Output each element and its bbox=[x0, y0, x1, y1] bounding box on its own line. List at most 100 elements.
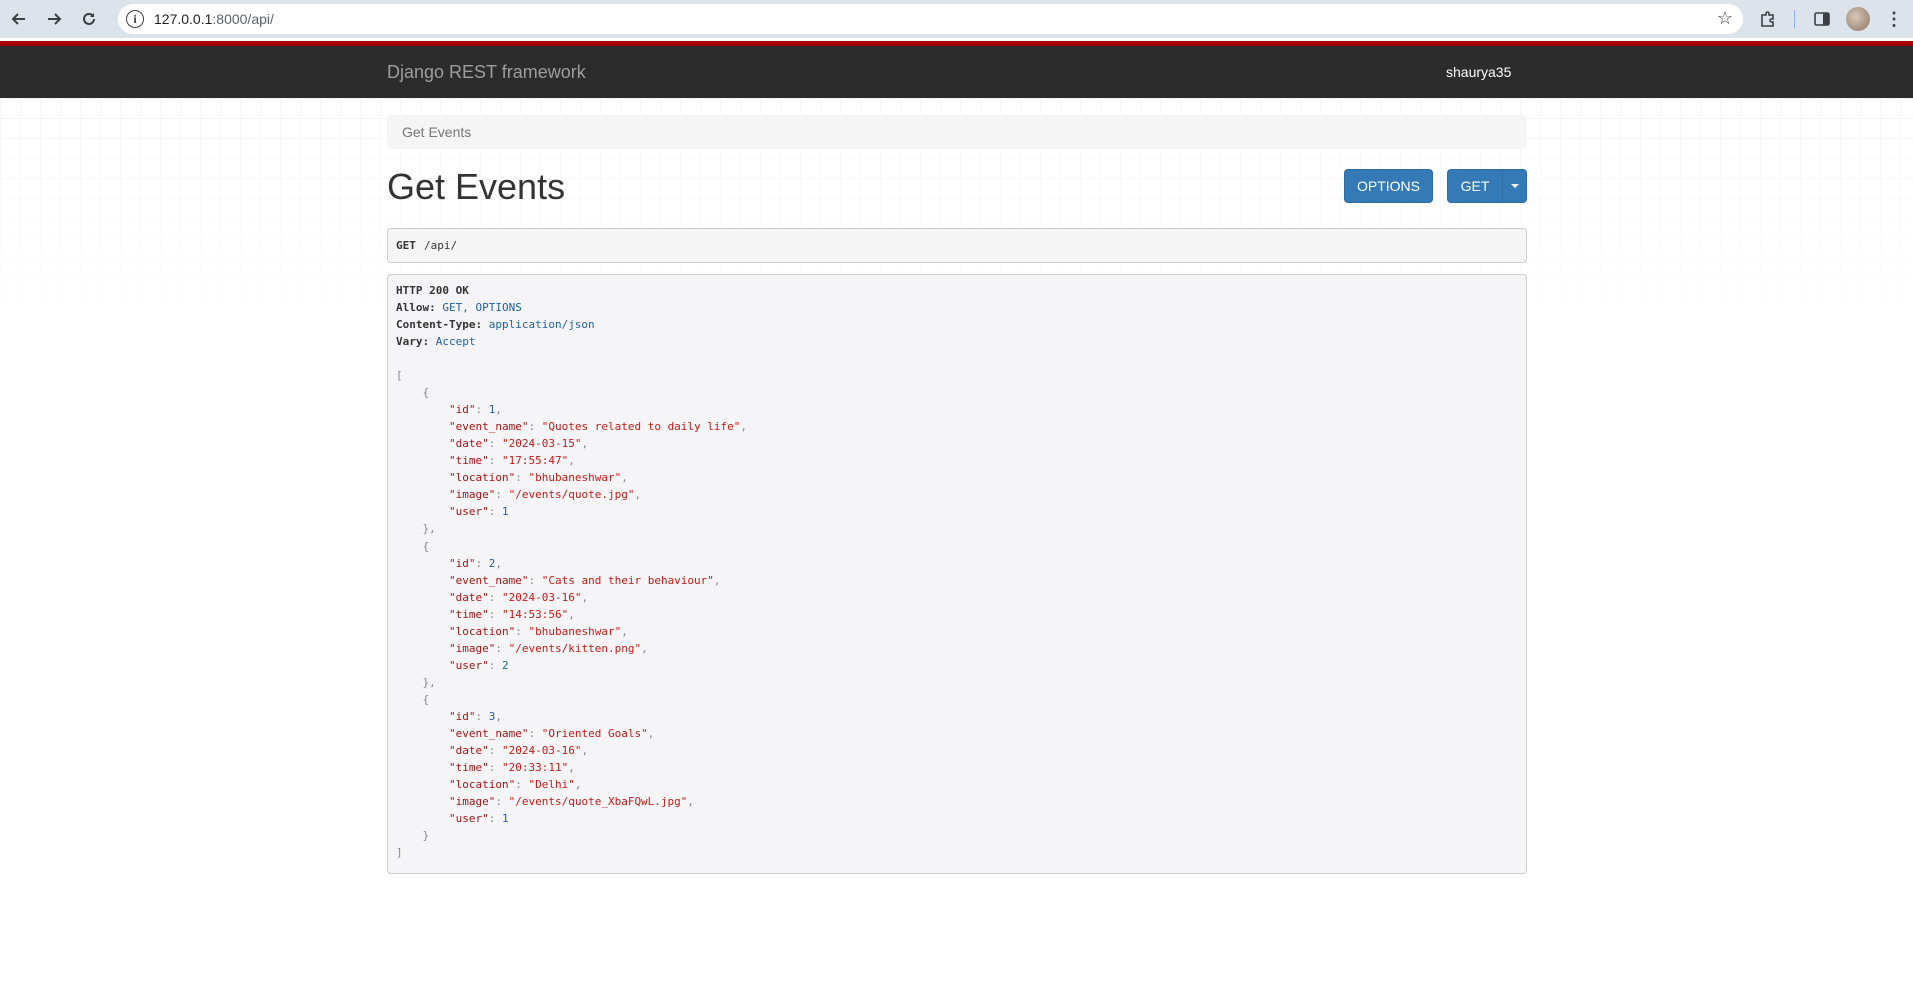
json-token: : bbox=[495, 641, 509, 655]
json-line: ] bbox=[396, 844, 403, 861]
json-token: , bbox=[581, 590, 589, 604]
json-token: [ bbox=[396, 369, 403, 382]
json-value: "/events/quote_XbaFQwL.jpg" bbox=[508, 795, 688, 809]
json-value: 1 bbox=[502, 505, 509, 519]
user-menu[interactable]: shaurya35 bbox=[1446, 64, 1511, 80]
json-token: , bbox=[621, 471, 628, 485]
json-key: "image" bbox=[449, 488, 496, 502]
json-token: : bbox=[528, 573, 542, 587]
json-key: "user" bbox=[449, 658, 489, 672]
json-key: "date" bbox=[449, 744, 489, 758]
json-value: "2024-03-15" bbox=[502, 437, 582, 451]
json-value: "Cats and their behaviour" bbox=[541, 573, 714, 587]
breadcrumb-item[interactable]: Get Events bbox=[402, 124, 471, 140]
json-token: , bbox=[621, 624, 628, 638]
json-key: "time" bbox=[449, 761, 489, 775]
json-token: { bbox=[422, 539, 430, 553]
json-line: [ bbox=[396, 367, 403, 384]
site-info-icon[interactable]: i bbox=[126, 10, 144, 28]
json-line: "date": "2024-03-16", bbox=[449, 589, 588, 606]
json-value: "Oriented Goals" bbox=[541, 727, 648, 741]
header-key: Vary: bbox=[396, 335, 430, 348]
header-value: GET, OPTIONS bbox=[442, 301, 522, 314]
caret-down-icon bbox=[1510, 184, 1519, 188]
extensions-icon[interactable] bbox=[1756, 4, 1780, 34]
json-line: "date": "2024-03-16", bbox=[449, 742, 588, 759]
json-line: "time": "17:55:47", bbox=[449, 452, 575, 469]
json-token: : bbox=[488, 607, 502, 621]
json-key: "event_name" bbox=[449, 420, 529, 434]
json-token: , bbox=[495, 556, 502, 570]
forward-arrow-icon[interactable] bbox=[39, 4, 69, 34]
json-token: : bbox=[528, 727, 542, 741]
response-status: HTTP 200 OK bbox=[396, 284, 469, 297]
json-key: "location" bbox=[449, 471, 516, 485]
json-line: "event_name": "Oriented Goals", bbox=[449, 725, 654, 742]
json-token: , bbox=[495, 403, 502, 417]
json-line: "user": 1 bbox=[449, 810, 509, 827]
json-token: , bbox=[568, 607, 575, 621]
json-line: "image": "/events/kitten.png", bbox=[449, 640, 648, 657]
header-line: Allow: GET, OPTIONS bbox=[396, 299, 522, 316]
json-key: "time" bbox=[449, 607, 489, 621]
json-key: "user" bbox=[449, 505, 489, 519]
json-token: : bbox=[488, 454, 502, 468]
request-info: GET /api/ bbox=[387, 228, 1527, 263]
side-panel-icon[interactable] bbox=[1810, 4, 1834, 34]
json-line: "time": "20:33:11", bbox=[449, 759, 575, 776]
back-arrow-icon[interactable] bbox=[4, 4, 34, 34]
json-key: "time" bbox=[449, 454, 489, 468]
json-line: "id": 2, bbox=[449, 555, 502, 572]
get-button[interactable]: GET bbox=[1447, 169, 1503, 203]
header-key: Allow: bbox=[396, 301, 436, 314]
json-key: "image" bbox=[449, 641, 496, 655]
navbar: Django REST framework shaurya35 bbox=[0, 46, 1913, 98]
reload-icon[interactable] bbox=[74, 4, 104, 34]
json-value: "Quotes related to daily life" bbox=[541, 420, 741, 434]
format-dropdown-button[interactable] bbox=[1502, 169, 1527, 203]
brand-link[interactable]: Django REST framework bbox=[387, 62, 586, 83]
json-token: : bbox=[528, 420, 542, 434]
breadcrumb: Get Events bbox=[387, 115, 1527, 149]
json-line: "user": 2 bbox=[449, 657, 509, 674]
json-line: { bbox=[423, 384, 430, 401]
url-text[interactable]: 127.0.0.1:8000/api/ bbox=[154, 11, 274, 27]
json-key: "id" bbox=[449, 403, 476, 417]
json-key: "id" bbox=[449, 556, 476, 570]
json-token: : bbox=[515, 471, 529, 485]
json-line: "location": "bhubaneshwar", bbox=[449, 469, 628, 486]
json-token: : bbox=[475, 556, 489, 570]
header-value: application/json bbox=[488, 318, 595, 331]
json-line: "date": "2024-03-15", bbox=[449, 435, 588, 452]
json-token: : bbox=[488, 590, 502, 604]
json-line: "location": "Delhi", bbox=[449, 776, 581, 793]
json-token: , bbox=[687, 795, 695, 809]
address-bar[interactable]: i 127.0.0.1:8000/api/ ☆ bbox=[118, 4, 1743, 34]
profile-avatar[interactable] bbox=[1846, 7, 1870, 31]
json-line: "image": "/events/quote.jpg", bbox=[449, 486, 641, 503]
header-line: Vary: Accept bbox=[396, 333, 476, 350]
json-line: { bbox=[423, 691, 430, 708]
json-key: "location" bbox=[449, 778, 516, 792]
json-token: : bbox=[488, 812, 502, 826]
json-line: "user": 1 bbox=[449, 503, 509, 520]
menu-kebab-icon[interactable]: ⋮ bbox=[1882, 4, 1906, 34]
json-key: "image" bbox=[449, 795, 496, 809]
json-token: : bbox=[475, 710, 489, 723]
json-value: "2024-03-16" bbox=[502, 590, 582, 604]
json-token: }, bbox=[422, 522, 436, 536]
json-key: "location" bbox=[449, 624, 516, 638]
json-key: "event_name" bbox=[449, 573, 529, 587]
request-method: GET bbox=[396, 239, 416, 252]
json-token: : bbox=[495, 488, 509, 502]
json-value: "bhubaneshwar" bbox=[528, 624, 622, 638]
page-title: Get Events bbox=[387, 166, 566, 207]
json-token: , bbox=[581, 744, 589, 758]
json-value: "17:55:47" bbox=[502, 454, 569, 468]
options-button[interactable]: OPTIONS bbox=[1344, 169, 1433, 203]
json-value: "Delhi" bbox=[528, 778, 575, 792]
json-line: "id": 3, bbox=[449, 708, 502, 725]
header-line: Content-Type: application/json bbox=[396, 316, 595, 333]
bookmark-star-icon[interactable]: ☆ bbox=[1717, 8, 1733, 29]
header-value: Accept bbox=[435, 335, 476, 348]
